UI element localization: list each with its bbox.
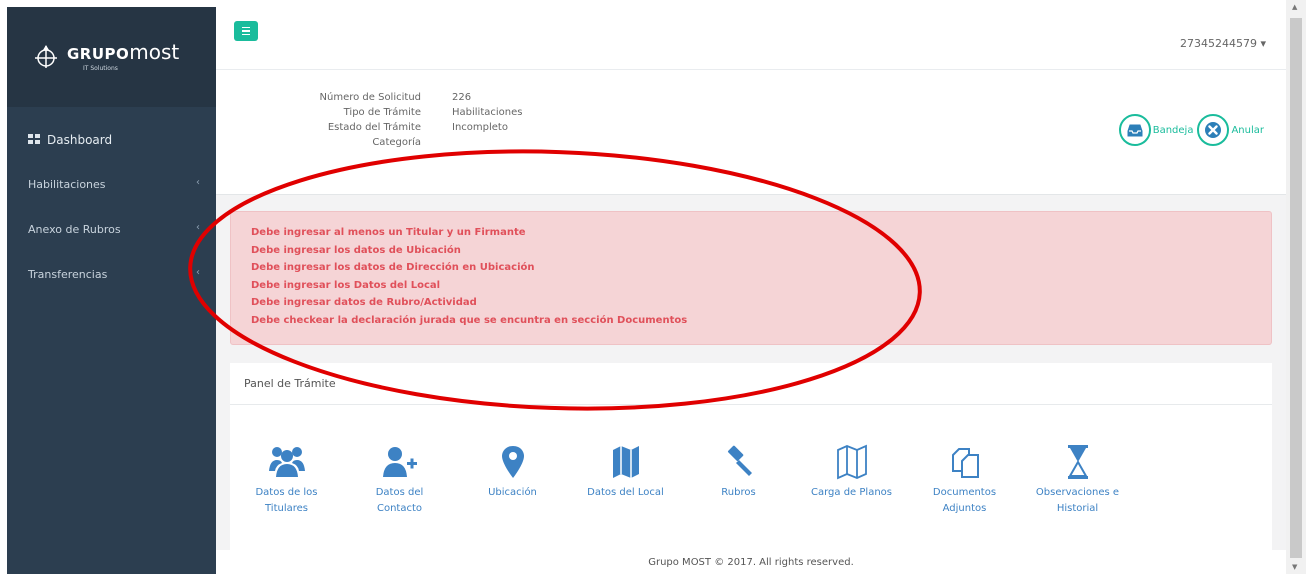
scroll-thumb[interactable] [1290,18,1302,558]
brand-name-thin: most [129,40,180,64]
sidebar-nav: Dashboard Habilitaciones ‹ Anexo de Rubr… [7,117,216,297]
scroll-down-arrow-icon[interactable]: ▼ [1292,563,1297,571]
hourglass-icon [1067,445,1088,479]
page-footer: Grupo MOST © 2017. All rights reserved. [216,550,1286,574]
user-plus-icon [382,447,417,477]
vertical-scrollbar[interactable]: ▲ ▼ [1286,0,1306,574]
sidebar-item-dashboard[interactable]: Dashboard [7,117,216,162]
bandeja-label: Bandeja [1152,124,1194,136]
alert-message: Debe ingresar al menos un Titular y un F… [251,227,526,238]
brand-logo[interactable]: GRUPOmost IT Solutions [7,7,216,107]
user-menu[interactable]: 27345244579 ▾ [1180,37,1266,50]
users-icon [268,447,305,477]
gavel-icon [727,445,752,476]
panel-title: Panel de Trámite [230,363,1272,405]
map-icon [612,446,639,478]
app-window: GRUPOmost IT Solutions Dashboard Habilit… [0,0,1306,574]
chevron-left-icon: ‹ [196,177,200,188]
alert-message: Debe ingresar los Datos del Local [251,279,441,291]
scroll-up-arrow-icon[interactable]: ▲ [1292,3,1297,11]
sidebar-item-label: Transferencias [28,268,108,281]
tile-datos-titulares[interactable]: Datos de los Titulares [230,443,343,517]
value-tipo-tramite: Habilitaciones [452,107,523,118]
inbox-icon [1118,114,1151,146]
sidebar-item-transferencias[interactable]: Transferencias ‹ [7,252,216,297]
tile-label: Ubicación [488,487,537,498]
hamburger-icon [242,26,250,29]
bandeja-button[interactable]: Bandeja [1118,114,1194,146]
tile-label: Rubros [721,487,756,498]
tile-label: Carga de Planos [811,487,892,498]
chevron-left-icon: ‹ [196,267,200,278]
close-circle-icon [1197,114,1230,146]
top-header: 27345244579 ▾ [216,7,1286,70]
value-estado-tramite: Incompleto [452,122,508,133]
tile-label: Documentos Adjuntos [932,487,997,514]
tile-observaciones-historial[interactable]: Observaciones e Historial [1021,443,1134,517]
sidebar-item-habilitaciones[interactable]: Habilitaciones ‹ [7,162,216,207]
solicitud-values: 226 Habilitaciones Incompleto [452,90,522,150]
value-numero-solicitud: 226 [452,92,472,103]
anular-label: Anular [1231,124,1264,136]
brand-text: GRUPOmost IT Solutions [67,42,179,72]
tile-documentos-adjuntos[interactable]: Documentos Adjuntos [908,443,1021,517]
validation-alert: Debe ingresar al menos un Titular y un F… [230,211,1272,345]
anular-button[interactable]: Anular [1197,114,1264,146]
tramite-tiles: Datos de los Titulares Datos del Contact… [230,443,1134,517]
tile-label: Datos del Contacto [375,487,424,514]
tile-datos-local[interactable]: Datos del Local [569,443,682,517]
sidebar-item-anexo-de-rubros[interactable]: Anexo de Rubros ‹ [7,207,216,252]
alert-message: Debe ingresar datos de Rubro/Actividad [251,297,477,308]
panel-tramite: Panel de Trámite Datos de los Titulares [230,363,1272,550]
files-icon [951,448,979,478]
value-categoria [452,135,522,150]
main-content: Debe ingresar al menos un Titular y un F… [216,195,1286,550]
map-outline-icon [836,444,867,480]
solicitud-info: Número de Solicitud Tipo de Trámite Esta… [216,70,1286,195]
tile-ubicacion[interactable]: Ubicación [456,443,569,517]
brand-name-bold: GRUPO [67,45,130,63]
map-marker-icon [501,446,524,478]
tile-label: Datos de los Titulares [255,487,318,514]
tile-label: Datos del Local [587,487,664,498]
label-categoria: Categoría [372,137,421,148]
sidebar: GRUPOmost IT Solutions Dashboard Habilit… [7,7,216,574]
label-estado-tramite: Estado del Trámite [327,122,421,133]
label-tipo-tramite: Tipo de Trámite [343,107,421,118]
tile-carga-planos[interactable]: Carga de Planos [795,443,908,517]
logo-mark-icon [35,45,57,68]
tile-datos-contacto[interactable]: Datos del Contacto [343,443,456,517]
tile-label: Observaciones e Historial [1035,487,1120,514]
dashboard-grid-icon [28,134,40,145]
tile-rubros[interactable]: Rubros [682,443,795,517]
sidebar-item-label: Dashboard [47,132,113,147]
menu-toggle-button[interactable] [234,21,258,41]
label-numero-solicitud: Número de Solicitud [319,92,421,103]
brand-subtitle: IT Solutions [83,65,118,72]
alert-message: Debe checkear la declaración jurada que … [251,314,688,326]
chevron-left-icon: ‹ [196,222,200,233]
tramite-actions: Bandeja Anular [1118,114,1264,146]
solicitud-labels: Número de Solicitud Tipo de Trámite Esta… [266,90,421,150]
sidebar-item-label: Habilitaciones [28,178,106,191]
alert-message: Debe ingresar los datos de Dirección en … [251,262,535,273]
sidebar-item-label: Anexo de Rubros [28,223,121,236]
alert-message: Debe ingresar los datos de Ubicación [251,244,461,256]
